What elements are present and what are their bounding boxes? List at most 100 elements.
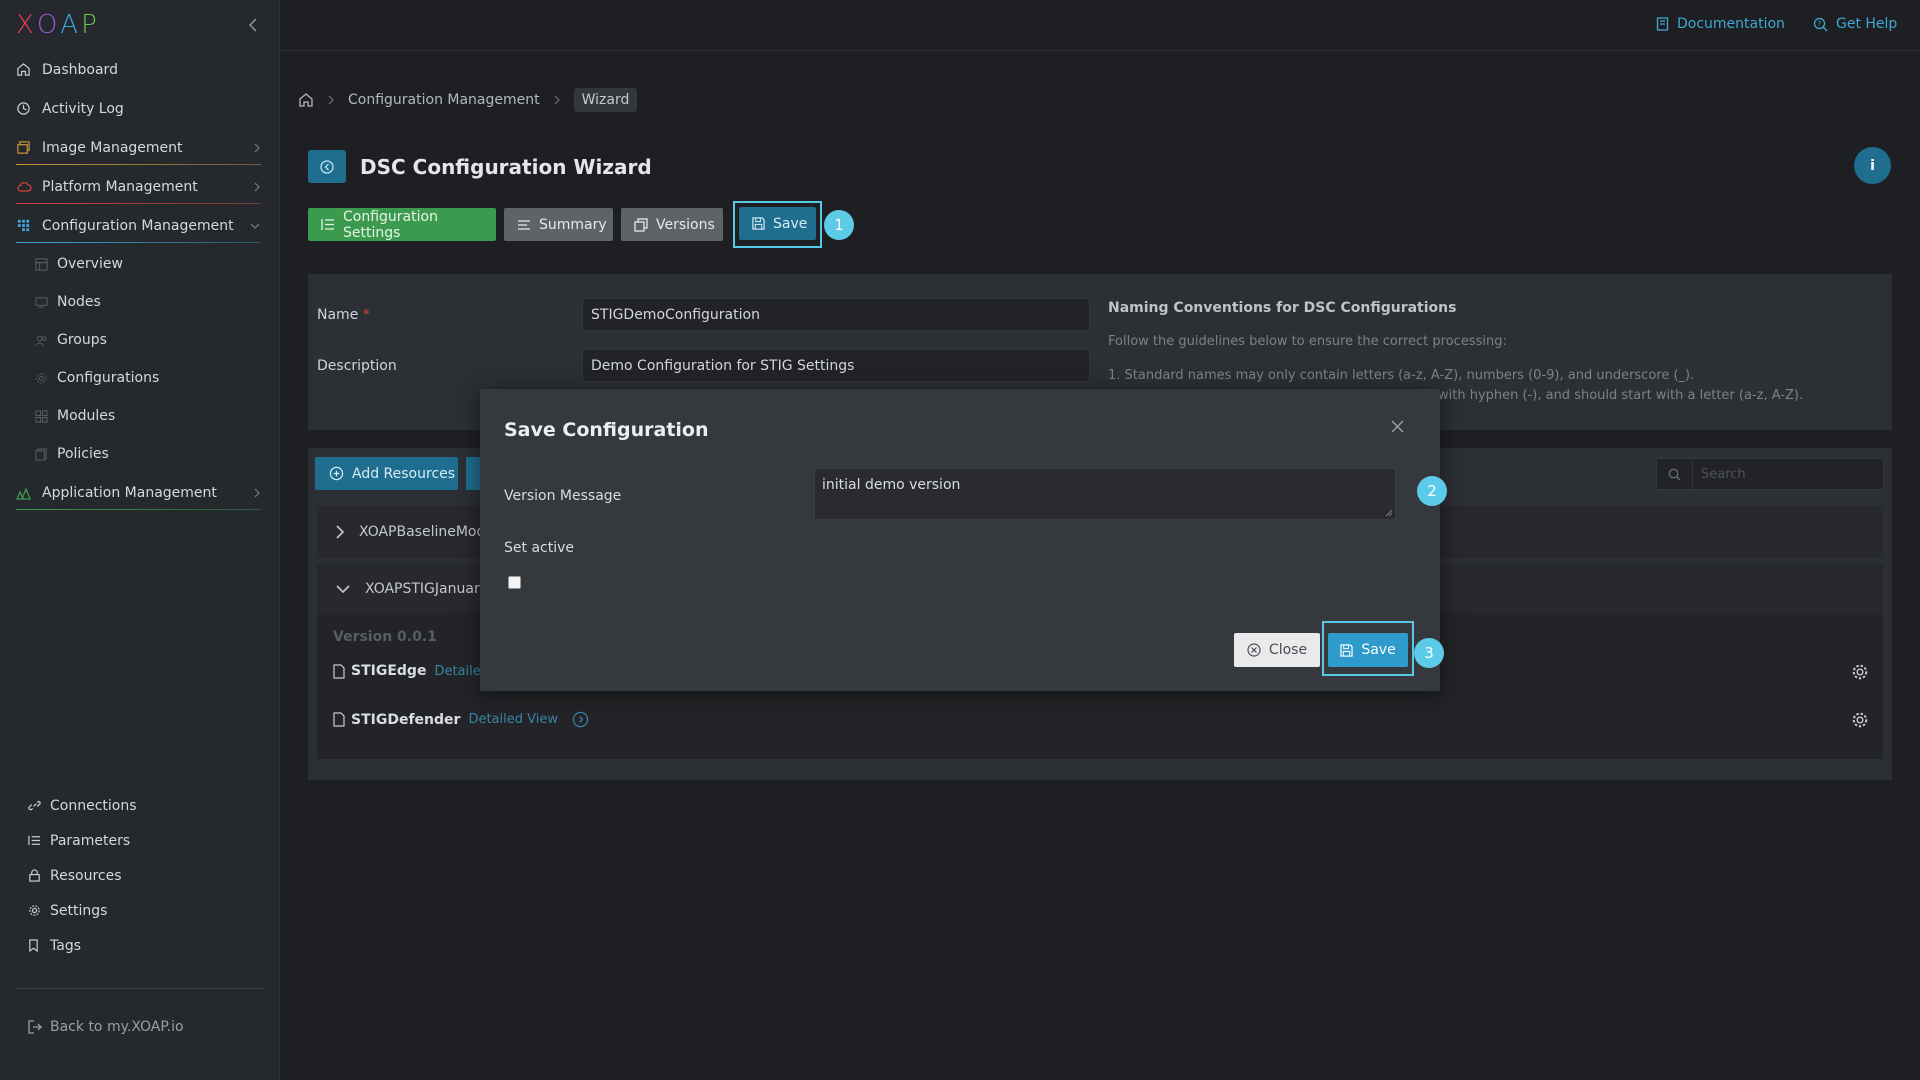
sidebar-subitem-modules[interactable]: Modules	[0, 397, 279, 435]
logo-row: X O A P	[0, 0, 279, 50]
sidebar-item-label: Configuration Management	[42, 217, 234, 234]
gear-icon[interactable]	[1851, 663, 1869, 681]
sidebar-item-activity-log[interactable]: Activity Log	[0, 89, 279, 128]
sidebar-item-application-management[interactable]: Application Management	[0, 473, 279, 512]
chevron-right-icon	[253, 142, 261, 154]
sidebar-item-settings[interactable]: Settings	[0, 893, 280, 928]
toolbar-save-button[interactable]: Save	[739, 207, 816, 240]
documentation-link[interactable]: Documentation	[1656, 16, 1785, 32]
back-to-xoap-link[interactable]: Back to my.XOAP.io	[28, 1019, 184, 1035]
sidebar-subitem-policies[interactable]: Policies	[0, 435, 279, 473]
name-label-text: Name	[317, 307, 359, 323]
modal-save-label: Save	[1361, 642, 1396, 658]
sidebar-item-label: Platform Management	[42, 178, 198, 195]
file-icon	[333, 663, 345, 679]
sidebar-item-label: Settings	[50, 902, 108, 919]
step-number: 2	[1427, 482, 1437, 500]
summary-button[interactable]: Summary	[504, 208, 613, 241]
resource-name: STIGDefender	[351, 711, 461, 728]
resource-name: STIGEdge	[351, 663, 427, 679]
version-message-value: initial demo version	[822, 477, 961, 493]
configuration-settings-label: Configuration Settings	[343, 208, 438, 241]
sidebar-item-label: Dashboard	[42, 61, 118, 78]
modal-title: Save Configuration	[504, 419, 709, 441]
add-resources-button[interactable]: Add Resources	[315, 457, 458, 490]
sidebar-item-label: Image Management	[42, 139, 183, 156]
logo-letter: O	[36, 10, 61, 40]
versions-button[interactable]: Versions	[621, 208, 723, 241]
clock-icon	[16, 101, 36, 116]
name-input-value: STIGDemoConfiguration	[591, 306, 760, 323]
configuration-settings-button[interactable]: Configuration Settings	[308, 208, 496, 241]
sidebar-subitem-label: Modules	[57, 408, 116, 424]
arrow-right-circle-icon[interactable]	[572, 711, 589, 728]
sidebar-item-label: Activity Log	[42, 100, 124, 117]
application-management-underline	[16, 509, 261, 510]
modal-save-button[interactable]: Save	[1328, 633, 1408, 667]
modal-save-highlight: Save	[1322, 621, 1414, 676]
summary-label: Summary	[539, 216, 607, 233]
breadcrumb-separator-icon	[554, 95, 560, 105]
sidebar-item-parameters[interactable]: Parameters	[0, 823, 280, 858]
sidebar-item-resources[interactable]: Resources	[0, 858, 280, 893]
sidebar-subitem-overview[interactable]: Overview	[0, 245, 279, 283]
sidebar-collapse-chevron-left-icon[interactable]	[247, 17, 259, 33]
sidebar-item-image-management[interactable]: Image Management	[0, 128, 279, 167]
back-button[interactable]	[308, 150, 346, 183]
close-button[interactable]: Close	[1234, 633, 1320, 667]
sidebar-subitem-groups[interactable]: Groups	[0, 321, 279, 359]
name-input[interactable]: STIGDemoConfiguration	[582, 298, 1090, 331]
sidebar-subitem-label: Overview	[57, 256, 123, 272]
step-badge-3: 3	[1414, 638, 1444, 668]
search-input[interactable]	[1693, 466, 1873, 482]
module-name: XOAPBaselineModu	[359, 524, 495, 540]
logout-icon	[28, 1020, 50, 1034]
sidebar-item-connections[interactable]: Connections	[0, 788, 280, 823]
description-input-value: Demo Configuration for STIG Settings	[591, 357, 855, 374]
module-name: XOAPSTIGJanuary2	[365, 581, 497, 597]
platform-management-underline	[16, 203, 261, 204]
sidebar-item-label: Parameters	[50, 832, 131, 849]
close-label: Close	[1268, 642, 1308, 658]
overview-icon	[35, 257, 53, 271]
versions-label: Versions	[656, 216, 715, 233]
close-icon[interactable]	[1390, 419, 1405, 434]
home-icon[interactable]	[298, 92, 314, 108]
detailed-view-link[interactable]: Detailed View	[468, 712, 558, 727]
sidebar-item-configuration-management[interactable]: Configuration Management	[0, 206, 279, 245]
version-message-label: Version Message	[504, 488, 622, 504]
plus-circle-icon	[329, 466, 344, 481]
sidebar-item-label: Resources	[50, 867, 122, 884]
version-message-textarea[interactable]: initial demo version	[814, 468, 1396, 520]
gear-icon[interactable]	[1851, 711, 1869, 729]
resource-item-stigedge: STIGEdge Detailed V	[333, 663, 502, 679]
back-link-label: Back to my.XOAP.io	[50, 1019, 184, 1035]
topbar: Documentation ? Get Help	[280, 0, 1920, 51]
sidebar-subitem-label: Configurations	[57, 370, 160, 386]
breadcrumb: Configuration Management Wizard	[298, 88, 638, 112]
resize-handle-icon[interactable]	[1384, 508, 1393, 517]
breadcrumb-configuration-management[interactable]: Configuration Management	[348, 92, 540, 108]
sidebar-item-platform-management[interactable]: Platform Management	[0, 167, 279, 206]
step-badge-2: 2	[1417, 476, 1447, 506]
set-active-checkbox[interactable]	[508, 576, 521, 589]
xoap-logo[interactable]: X O A P	[16, 10, 100, 40]
get-help-link[interactable]: ? Get Help	[1813, 16, 1897, 32]
sidebar-item-dashboard[interactable]: Dashboard	[0, 50, 279, 89]
apps-icon	[16, 486, 36, 500]
sidebar-subitem-configurations[interactable]: Configurations	[0, 359, 279, 397]
sidebar-subitem-nodes[interactable]: Nodes	[0, 283, 279, 321]
monitor-icon	[35, 296, 53, 309]
title-row: DSC Configuration Wizard	[308, 150, 652, 183]
info-button[interactable]: i	[1854, 147, 1891, 184]
save-label: Save	[773, 215, 808, 232]
list-icon	[28, 834, 46, 847]
search-box[interactable]	[1656, 458, 1884, 490]
naming-rule: 1. Standard names may only contain lette…	[1108, 368, 1695, 383]
wizard-toolbar: Configuration Settings Summary Versions …	[308, 201, 822, 248]
grid-icon	[16, 218, 36, 233]
chevron-down-icon	[249, 222, 261, 230]
description-input[interactable]: Demo Configuration for STIG Settings	[582, 349, 1090, 382]
logo-letter: A	[60, 10, 82, 40]
sidebar-item-tags[interactable]: Tags	[0, 928, 280, 963]
